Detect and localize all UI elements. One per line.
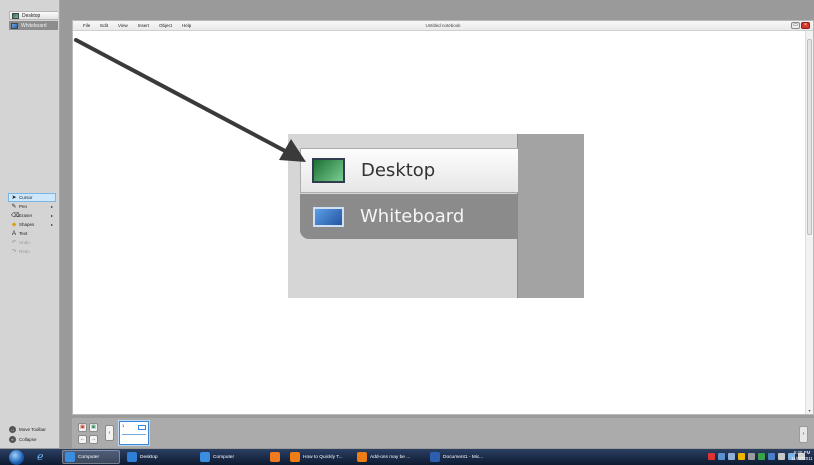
- tool-eraser[interactable]: ⌫ Eraser ▸: [8, 211, 56, 220]
- taskbar-item[interactable]: How to Quickly T...: [288, 450, 352, 464]
- collapse-label: Collapse: [19, 437, 37, 442]
- pointer-arrow: [74, 38, 306, 162]
- smart-toolbar: Desktop Whiteboard ➤ Cursor ✎ Pen ▸ ⌫ Er…: [0, 0, 60, 448]
- internet-explorer-icon[interactable]: ℯ: [37, 451, 44, 462]
- taskbar-item[interactable]: Computer: [62, 450, 120, 464]
- taskbar-item[interactable]: Add-ons may be ...: [355, 450, 421, 464]
- scroll-left-icon[interactable]: ‹: [105, 425, 114, 441]
- undo-icon: ↶: [11, 239, 17, 246]
- tray-icon[interactable]: [748, 453, 755, 460]
- chevron-right-icon: ▸: [50, 204, 53, 209]
- tool-redo-label: Redo: [19, 249, 30, 254]
- tool-redo[interactable]: ↷ Redo: [8, 247, 56, 256]
- taskbar-item-label: Document1 - Mic...: [443, 454, 484, 460]
- eraser-icon: ⌫: [11, 212, 20, 219]
- clock-date: 11/07/2011: [791, 456, 813, 461]
- tool-shapes[interactable]: ◆ Shapes ▸: [8, 220, 56, 229]
- desktop-icon: [12, 12, 19, 19]
- taskbar-item[interactable]: Desktop: [125, 450, 193, 464]
- tool-list: ➤ Cursor ✎ Pen ▸ ⌫ Eraser ▸ ◆ Shapes ▸ A…: [8, 193, 56, 256]
- tool-pen-label: Pen: [19, 204, 28, 209]
- tool-pen[interactable]: ✎ Pen ▸: [8, 202, 56, 211]
- taskbar-item-label: Computer: [213, 454, 235, 460]
- app-icon: [65, 452, 75, 462]
- whiteboard-icon: [11, 22, 18, 29]
- tool-text[interactable]: A Text: [8, 229, 56, 238]
- tray-icon[interactable]: [758, 453, 765, 460]
- move-toolbar-button[interactable]: ↔ Move Toolbar: [9, 426, 46, 433]
- scroll-right-icon[interactable]: ›: [799, 426, 808, 443]
- start-button[interactable]: [9, 450, 24, 465]
- chevron-right-icon: ▸: [50, 213, 53, 218]
- tray-icon[interactable]: [718, 453, 725, 460]
- move-toolbar-label: Move Toolbar: [19, 427, 46, 432]
- tool-undo-label: Undo: [19, 240, 30, 245]
- next-page-icon[interactable]: →: [89, 435, 98, 444]
- taskbar-item[interactable]: [268, 450, 284, 464]
- add-page-icon[interactable]: ▣: [78, 423, 87, 432]
- tray-icon[interactable]: [768, 453, 775, 460]
- mode-tab-desktop-label: Desktop: [22, 12, 41, 19]
- page-thumbnail[interactable]: 1: [119, 421, 149, 445]
- shapes-icon: ◆: [11, 221, 17, 228]
- page-number: 1: [122, 423, 125, 428]
- tray-icon[interactable]: [778, 453, 785, 460]
- chevron-right-icon: ▸: [50, 222, 53, 227]
- prev-page-icon[interactable]: ←: [78, 435, 87, 444]
- collapse-icon: «: [9, 436, 16, 443]
- tool-cursor-label: Cursor: [19, 195, 33, 200]
- app-icon: [357, 452, 367, 462]
- notebook-window: File Edit View Insert Object Help Untitl…: [72, 20, 814, 415]
- taskbar-item[interactable]: Computer: [198, 450, 263, 464]
- tray-icon[interactable]: [728, 453, 735, 460]
- tool-text-label: Text: [19, 231, 28, 236]
- app-icon: [430, 452, 440, 462]
- taskbar-item-label: Computer: [78, 454, 100, 460]
- taskbar-item-label: Add-ons may be ...: [370, 454, 411, 460]
- taskbar: ℯ Computer Desktop Computer How to Quickly …: [0, 449, 814, 465]
- tray-icon[interactable]: [708, 453, 715, 460]
- arrow-shaft: [74, 38, 289, 154]
- redo-icon: ↷: [11, 248, 17, 255]
- app-icon: [127, 452, 137, 462]
- app-icon: [270, 452, 280, 462]
- app-icon: [200, 452, 210, 462]
- tool-cursor[interactable]: ➤ Cursor: [8, 193, 56, 202]
- text-icon: A: [11, 230, 16, 237]
- app-icon: [290, 452, 300, 462]
- cursor-icon: ➤: [11, 194, 17, 201]
- page-sorter: ▣ ▣ ← → ‹ 1 ›: [72, 418, 814, 448]
- mode-tab-whiteboard[interactable]: Whiteboard: [9, 21, 58, 30]
- tool-eraser-label: Eraser: [19, 213, 33, 218]
- taskbar-item-label: How to Quickly T...: [303, 454, 343, 460]
- clock[interactable]: 5:20 PM 11/07/2011: [790, 450, 814, 462]
- taskbar-item[interactable]: Document1 - Mic...: [428, 450, 493, 464]
- taskbar-item-label: Desktop: [140, 454, 158, 460]
- mode-tab-whiteboard-label: Whiteboard: [21, 22, 47, 29]
- mode-tab-desktop[interactable]: Desktop: [9, 11, 58, 20]
- insert-page-icon[interactable]: ▣: [89, 423, 98, 432]
- collapse-button[interactable]: « Collapse: [9, 436, 37, 443]
- tray-icon[interactable]: [738, 453, 745, 460]
- swap-icon: ↔: [9, 426, 16, 433]
- tool-undo[interactable]: ↶ Undo: [8, 238, 56, 247]
- tool-shapes-label: Shapes: [19, 222, 35, 227]
- pen-icon: ✎: [11, 203, 17, 210]
